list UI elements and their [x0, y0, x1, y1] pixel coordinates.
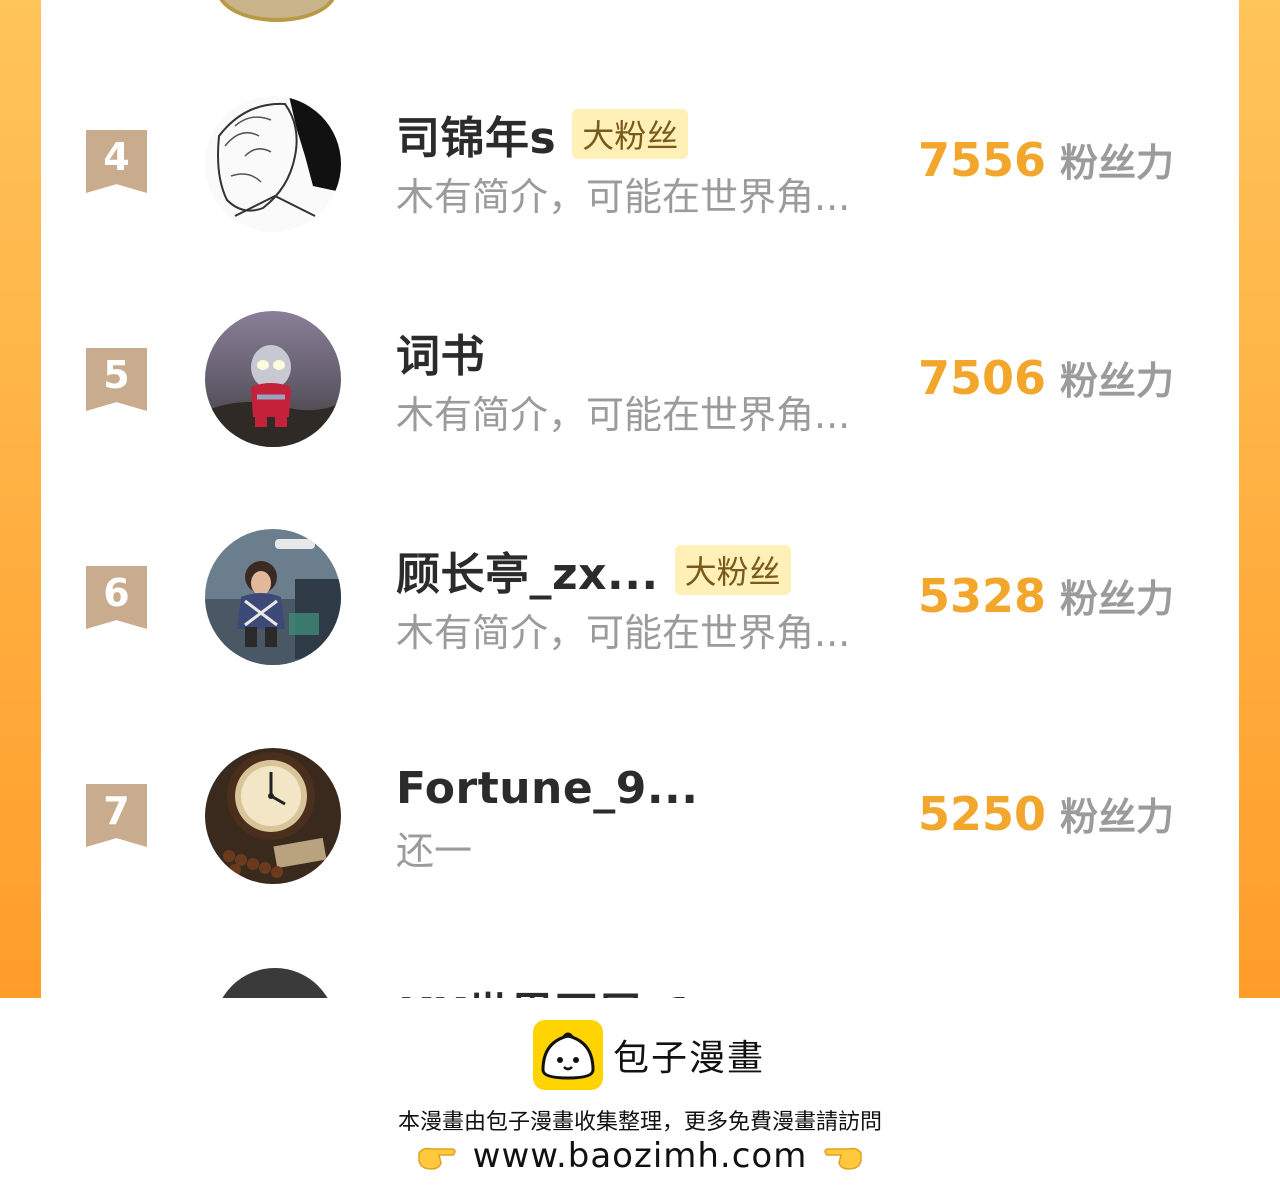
score-value: 5328 [918, 569, 1047, 623]
ultraman-figure-icon [205, 311, 341, 447]
list-item[interactable]: 7 Fortune_9... 还一 5250 粉丝力 [0, 654, 1280, 884]
score-value: 7556 [918, 133, 1047, 187]
big-fan-badge: 大粉丝 [674, 545, 791, 595]
user-name-line: 词书 [396, 324, 485, 382]
user-bio: 还一 [396, 829, 473, 873]
score-unit: 粉丝力 [1060, 577, 1175, 621]
clock-photo-icon [205, 748, 341, 884]
user-bio: 木有简介，可能在世界角... [396, 175, 851, 219]
fan-power-score: 7506 粉丝力 [918, 350, 1174, 405]
avatar[interactable] [205, 529, 341, 665]
user-name[interactable]: Fortune_9... [396, 763, 698, 814]
sketch-portrait-icon [205, 96, 341, 232]
next-entry-name: KK世界同层_1... [398, 978, 745, 998]
list-item[interactable]: 6 顾长亭_zx... 大粉丝 木有简介，可能在世界角... 5328 粉丝力 [0, 436, 1280, 665]
score-unit: 粉丝力 [1060, 359, 1175, 403]
url-row: www.baozimh.com [0, 1136, 1280, 1176]
fan-power-score: 5250 粉丝力 [918, 786, 1174, 841]
avatar[interactable] [205, 748, 341, 884]
big-fan-badge: 大粉丝 [572, 109, 689, 159]
user-name-line: 顾长亭_zx... 大粉丝 [396, 542, 791, 600]
brand-logo[interactable]: 包子漫畫 [533, 1020, 765, 1090]
user-name[interactable]: 词书 [396, 320, 485, 384]
user-name-line: Fortune_9... [396, 760, 698, 816]
user-name-line: 司锦年s 大粉丝 [396, 106, 689, 164]
user-bio: 木有简介，可能在世界角... [396, 611, 851, 655]
fan-power-score: 5328 粉丝力 [918, 568, 1174, 623]
site-footer: 包子漫畫 本漫畫由包子漫畫收集整理，更多免費漫畫請訪問 www.baozimh.… [0, 998, 1280, 1199]
rank-ribbon: 6 [86, 566, 147, 629]
footer-notice: 本漫畫由包子漫畫收集整理，更多免費漫畫請訪問 [397, 1110, 882, 1135]
rank-ribbon: 4 [86, 130, 147, 193]
brand-name: 包子漫畫 [613, 1038, 766, 1079]
score-unit: 粉丝力 [1060, 141, 1175, 185]
rank-ribbon: 7 [86, 784, 147, 847]
user-name[interactable]: 顾长亭_zx... [396, 538, 659, 602]
user-name[interactable]: 司锦年s [396, 102, 556, 166]
avatar[interactable] [205, 311, 341, 447]
list-item[interactable]: 4 司锦年s 大粉丝 木有简介，可能在世界角... 7556 粉丝力 [0, 0, 1280, 232]
pointing-left-hand-icon [824, 1147, 863, 1170]
fan-power-score: 7556 粉丝力 [918, 132, 1174, 187]
user-bio: 木有简介，可能在世界角... [396, 393, 851, 437]
score-unit: 粉丝力 [1060, 795, 1175, 839]
child-photo-icon [205, 529, 341, 665]
site-url-link[interactable]: www.baozimh.com [473, 1136, 808, 1176]
bun-logo-icon [533, 1020, 603, 1090]
rank-ribbon: 5 [86, 348, 147, 411]
list-item[interactable]: 5 词书 木有简介，可能在世界角... 7506 粉丝力 [0, 218, 1280, 447]
score-value: 7506 [918, 351, 1047, 405]
leaderboard-frame: 4 司锦年s 大粉丝 木有简介，可能在世界角... 7556 粉丝力 5 词书 … [0, 0, 1280, 998]
pointing-right-hand-icon [417, 1147, 456, 1170]
avatar[interactable] [205, 96, 341, 232]
score-value: 5250 [918, 787, 1047, 841]
